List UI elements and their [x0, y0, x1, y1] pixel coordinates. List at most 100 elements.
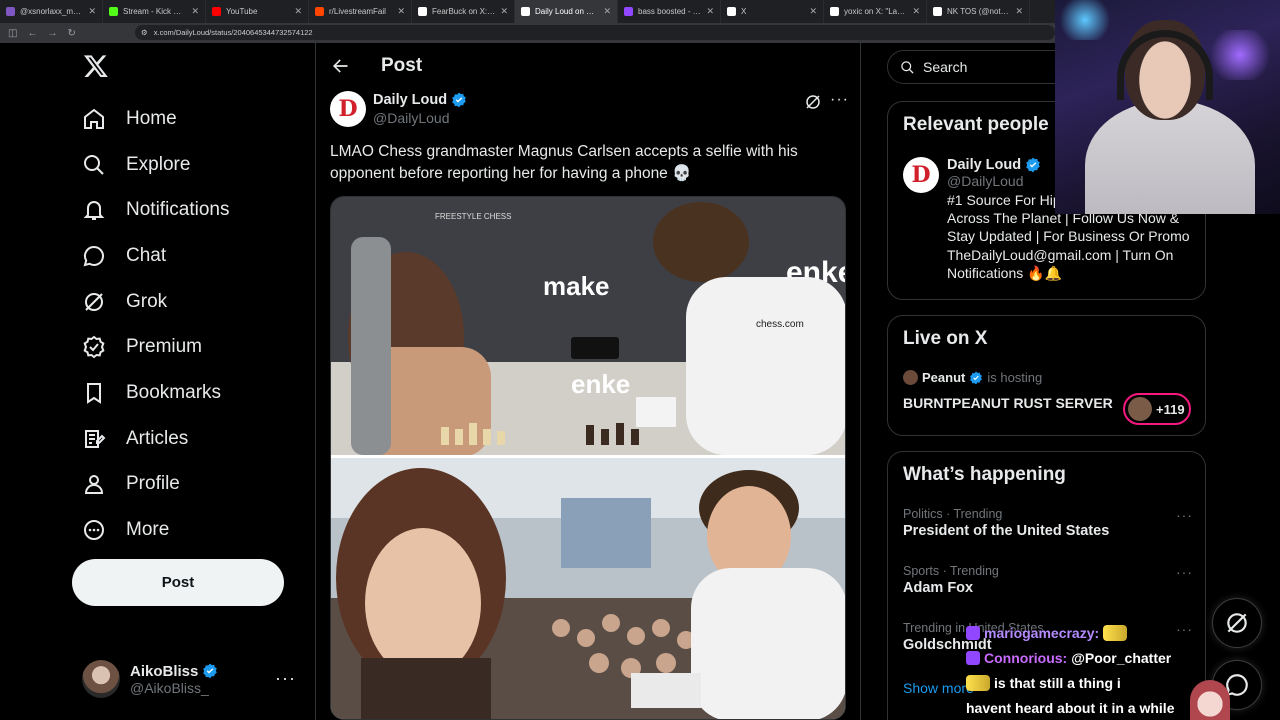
verified-badge-icon	[970, 371, 983, 384]
tab-favicon-icon	[830, 7, 839, 16]
trend-meta: Sports · Trending	[903, 564, 999, 578]
space-title[interactable]: BURNTPEANUT RUST SERVER	[903, 395, 1113, 411]
premium-icon	[83, 336, 105, 359]
tab-favicon-icon	[521, 7, 530, 16]
nav-item-articles[interactable]: Articles	[82, 416, 230, 462]
live-host[interactable]: Peanut is hosting	[903, 370, 1042, 385]
trend-item[interactable]: Politics · Trending President of the Unit…	[903, 507, 1193, 539]
tab-close-icon[interactable]: ✕	[603, 6, 611, 17]
browser-tab[interactable]: Stream - Kick Dashboard ✕	[103, 0, 206, 23]
avatar	[82, 660, 120, 698]
trend-more-icon[interactable]: ···	[1176, 507, 1193, 523]
trend-item[interactable]: Sports · Trending Adam Fox ···	[903, 564, 1193, 596]
trend-name: President of the United States	[903, 523, 1110, 539]
tab-label: bass boosted - Twitch	[638, 7, 701, 16]
tab-close-icon[interactable]: ✕	[88, 6, 96, 17]
account-switcher[interactable]: AikoBliss @AikoBliss_ ···	[82, 660, 302, 698]
main-column: Post D Daily Loud @DailyLoud ··· LMAO Ch…	[316, 43, 860, 720]
chess-board-photo: make enke enke FREESTYLE CHESS chess.com	[331, 197, 845, 455]
grok-icon	[85, 292, 103, 311]
search-icon	[901, 60, 914, 74]
chat-message: havent heard about it in a while	[966, 695, 1196, 720]
more-circle-icon	[84, 520, 104, 541]
tab-favicon-icon	[109, 7, 118, 16]
tab-close-icon[interactable]: ✕	[500, 6, 508, 17]
browser-tab[interactable]: X ✕	[721, 0, 824, 23]
search-placeholder: Search	[923, 59, 968, 75]
author-avatar[interactable]: D	[330, 91, 366, 127]
banner-text-make: make	[543, 271, 610, 301]
chat-message: Connorious: @Poor_chatter	[966, 645, 1196, 670]
sidebar-toggle-icon[interactable]: ◫	[8, 28, 17, 39]
browser-tab[interactable]: YouTube ✕	[206, 0, 309, 23]
media-image-top[interactable]: make enke enke FREESTYLE CHESS chess.com	[331, 197, 845, 455]
account-more-icon[interactable]: ···	[275, 668, 296, 689]
chat-text: @Poor_chatter	[1071, 649, 1172, 666]
media-image-bottom[interactable]	[331, 458, 845, 719]
nav-item-profile[interactable]: Profile	[82, 462, 230, 508]
host-name: Peanut	[922, 370, 966, 385]
browser-tab[interactable]: yoxic on X: "Lacy had a wh ✕	[824, 0, 927, 23]
site-info-icon[interactable]: ⚙	[141, 28, 148, 37]
nav-item-notifications[interactable]: Notifications	[82, 187, 230, 233]
tab-close-icon[interactable]: ✕	[809, 6, 817, 17]
nav-item-more[interactable]: More	[82, 507, 230, 553]
post-author[interactable]: D Daily Loud @DailyLoud	[330, 91, 467, 127]
author-handle[interactable]: @DailyLoud	[373, 110, 467, 126]
nav-item-premium[interactable]: Premium	[82, 324, 230, 370]
browser-tab[interactable]: @xsnorlaxx_mentioned ✕	[0, 0, 103, 23]
back-arrow-icon[interactable]	[330, 56, 350, 76]
tab-label: @xsnorlaxx_mentioned	[20, 7, 84, 16]
tab-close-icon[interactable]: ✕	[294, 6, 302, 17]
nav-item-chat[interactable]: Chat	[82, 233, 230, 279]
tab-close-icon[interactable]: ✕	[191, 6, 199, 17]
nav-item-explore[interactable]: Explore	[82, 142, 230, 188]
post-media[interactable]: make enke enke FREESTYLE CHESS chess.com	[330, 196, 846, 720]
left-sidebar: Home Explore Notifications Chat Grok Premium B…	[0, 43, 315, 720]
whats-happening-title: What’s happening	[903, 464, 1066, 485]
tab-close-icon[interactable]: ✕	[397, 6, 405, 17]
grok-icon[interactable]	[804, 93, 822, 111]
nav-item-grok[interactable]: Grok	[82, 279, 230, 325]
back-nav-icon[interactable]: ←	[27, 28, 37, 39]
tab-favicon-icon	[624, 7, 633, 16]
x-logo-icon[interactable]	[83, 53, 109, 79]
forward-nav-icon[interactable]: →	[47, 28, 57, 39]
browser-tab[interactable]: FearBuck on X: "Jake Paul s ✕	[412, 0, 515, 23]
listener-count: +119	[1156, 401, 1185, 417]
listener-avatar	[1128, 397, 1152, 421]
nav-item-home[interactable]: Home	[82, 96, 230, 142]
chat-username: Connorious:	[984, 649, 1068, 666]
url-field[interactable]: ⚙ x.com/DailyLoud/status/204064534473257…	[135, 25, 1055, 40]
tab-close-icon[interactable]: ✕	[912, 6, 920, 17]
post-more-icon[interactable]: ···	[830, 91, 849, 109]
nav-label: Profile	[126, 473, 180, 495]
trend-name: Adam Fox	[903, 580, 974, 596]
relevant-avatar[interactable]: D	[903, 157, 939, 193]
tab-close-icon[interactable]: ✕	[706, 6, 714, 17]
relevant-name[interactable]: Daily Loud	[947, 157, 1021, 173]
space-listeners-button[interactable]: +119	[1123, 393, 1191, 425]
tab-close-icon[interactable]: ✕	[1015, 6, 1023, 17]
browser-tab[interactable]: Daily Loud on X: "LMAO ✕	[515, 0, 618, 23]
reload-icon[interactable]: ↻	[67, 28, 75, 39]
verified-badge-icon	[203, 663, 218, 679]
author-name[interactable]: Daily Loud	[373, 92, 447, 108]
chat-text: is that still a thing i	[994, 674, 1121, 691]
browser-tab[interactable]: NK TOS (@notkyrell.tos) • I ✕	[927, 0, 1030, 23]
verified-badge-icon	[1026, 157, 1040, 173]
nav-label: Premium	[126, 336, 203, 358]
show-more-link[interactable]: Show more	[903, 680, 974, 696]
browser-tab[interactable]: bass boosted - Twitch ✕	[618, 0, 721, 23]
grok-fab-button[interactable]	[1212, 598, 1262, 648]
webcam-overlay	[1055, 0, 1280, 214]
page-title: Post	[381, 55, 423, 76]
tab-label: r/LivestreamFail	[329, 7, 386, 16]
nav-item-bookmarks[interactable]: Bookmarks	[82, 370, 230, 416]
nav-label: Chat	[126, 244, 167, 266]
post-button[interactable]: Post	[72, 559, 284, 606]
trend-more-icon[interactable]: ···	[1176, 564, 1193, 580]
stream-chat-overlay: mariogamecrazy: Connorious: @Poor_chatter i…	[966, 620, 1196, 720]
chat-badge-icon	[966, 625, 980, 640]
browser-tab[interactable]: r/LivestreamFail ✕	[309, 0, 412, 23]
